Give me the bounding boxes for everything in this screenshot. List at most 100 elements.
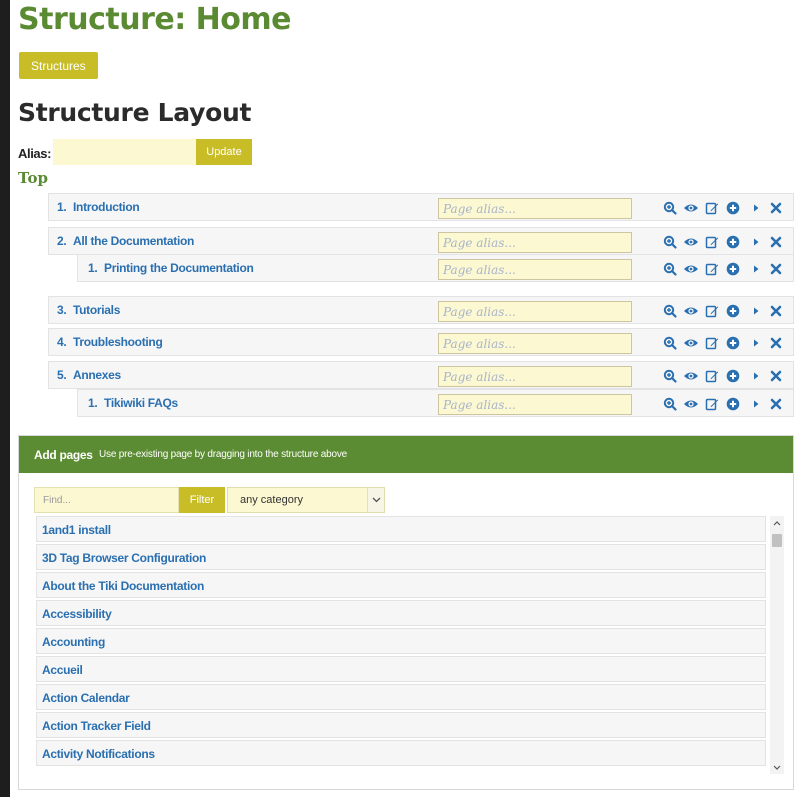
available-pages-list: 1and1 install 3D Tag Browser Configurati… <box>36 516 766 774</box>
list-item[interactable]: 3D Tag Browser Configuration <box>36 544 766 570</box>
structure-page-link[interactable]: Tutorials <box>73 303 120 317</box>
edit-icon[interactable] <box>704 234 720 250</box>
structure-page-link[interactable]: Annexes <box>73 368 121 382</box>
caret-right-icon[interactable] <box>748 234 764 250</box>
eye-icon[interactable] <box>683 303 699 319</box>
plus-circle-icon[interactable] <box>725 234 741 250</box>
caret-right-icon[interactable] <box>748 368 764 384</box>
structure-page-link[interactable]: Printing the Documentation <box>104 261 254 275</box>
list-item-label: Action Tracker Field <box>42 719 151 733</box>
edit-icon[interactable] <box>704 303 720 319</box>
list-item-label: About the Tiki Documentation <box>42 579 205 593</box>
plus-circle-icon[interactable] <box>725 303 741 319</box>
row-number: 1. <box>57 200 67 214</box>
plus-circle-icon[interactable] <box>725 335 741 351</box>
edit-icon[interactable] <box>704 335 720 351</box>
filter-button[interactable]: Filter <box>179 487 225 513</box>
add-pages-description: Use pre-existing page by dragging into t… <box>99 449 347 460</box>
page-alias-input[interactable] <box>438 394 632 415</box>
category-select[interactable]: any category <box>227 487 385 513</box>
page-title: Structure: Home <box>18 2 292 37</box>
structure-row: 4. Troubleshooting <box>48 328 794 356</box>
structure-row: 1. Tikiwiki FAQs <box>77 389 794 417</box>
page-alias-input[interactable] <box>438 366 632 387</box>
close-icon[interactable] <box>768 200 784 216</box>
eye-icon[interactable] <box>683 335 699 351</box>
top-label: Top <box>18 169 48 187</box>
caret-right-icon[interactable] <box>748 200 764 216</box>
eye-icon[interactable] <box>683 261 699 277</box>
edit-icon[interactable] <box>704 200 720 216</box>
caret-right-icon[interactable] <box>748 396 764 412</box>
list-item[interactable]: About the Tiki Documentation <box>36 572 766 598</box>
structure-page-link[interactable]: Troubleshooting <box>73 335 163 349</box>
page-alias-input[interactable] <box>438 333 632 354</box>
page-alias-input[interactable] <box>438 259 632 280</box>
zoom-in-icon[interactable] <box>662 396 678 412</box>
eye-icon[interactable] <box>683 234 699 250</box>
structure-page-link[interactable]: Introduction <box>73 200 140 214</box>
list-item-label: Accueil <box>42 663 83 677</box>
row-number: 4. <box>57 335 67 349</box>
find-input[interactable] <box>34 487 179 513</box>
structure-row: 3. Tutorials <box>48 296 794 324</box>
structure-page-link[interactable]: Tikiwiki FAQs <box>104 396 178 410</box>
zoom-in-icon[interactable] <box>662 261 678 277</box>
caret-right-icon[interactable] <box>748 303 764 319</box>
list-item[interactable]: Accueil <box>36 656 766 682</box>
list-item[interactable]: Accounting <box>36 628 766 654</box>
row-number: 5. <box>57 368 67 382</box>
list-item[interactable]: Action Tracker Field <box>36 712 766 738</box>
page-alias-input[interactable] <box>438 198 632 219</box>
eye-icon[interactable] <box>683 200 699 216</box>
list-item-label: Accessibility <box>42 607 112 621</box>
close-icon[interactable] <box>768 261 784 277</box>
plus-circle-icon[interactable] <box>725 396 741 412</box>
structure-layout-heading: Structure Layout <box>18 98 252 127</box>
zoom-in-icon[interactable] <box>662 303 678 319</box>
page-alias-input[interactable] <box>438 232 632 253</box>
close-icon[interactable] <box>768 303 784 319</box>
alias-label: Alias: <box>18 146 52 161</box>
edit-icon[interactable] <box>704 396 720 412</box>
zoom-in-icon[interactable] <box>662 234 678 250</box>
list-item[interactable]: Activity Notifications <box>36 740 766 766</box>
add-pages-heading: Add pages <box>34 448 93 462</box>
list-item[interactable]: Accessibility <box>36 600 766 626</box>
close-icon[interactable] <box>768 368 784 384</box>
row-number: 1. <box>88 261 98 275</box>
structure-row: 5. Annexes <box>48 361 794 389</box>
close-icon[interactable] <box>768 234 784 250</box>
plus-circle-icon[interactable] <box>725 200 741 216</box>
scroll-up-icon[interactable] <box>770 516 784 530</box>
update-button[interactable]: Update <box>196 139 252 165</box>
scrollbar-thumb[interactable] <box>772 534 782 547</box>
close-icon[interactable] <box>768 396 784 412</box>
list-item-label: 1and1 install <box>42 523 111 537</box>
list-item-label: Activity Notifications <box>42 747 155 761</box>
structure-page-link[interactable]: All the Documentation <box>73 234 194 248</box>
zoom-in-icon[interactable] <box>662 368 678 384</box>
eye-icon[interactable] <box>683 368 699 384</box>
alias-input[interactable] <box>53 139 196 165</box>
close-icon[interactable] <box>768 335 784 351</box>
zoom-in-icon[interactable] <box>662 335 678 351</box>
plus-circle-icon[interactable] <box>725 368 741 384</box>
list-scrollbar[interactable] <box>770 516 784 774</box>
caret-right-icon[interactable] <box>748 335 764 351</box>
plus-circle-icon[interactable] <box>725 261 741 277</box>
category-selected-value: any category <box>240 494 303 506</box>
row-number: 3. <box>57 303 67 317</box>
page-alias-input[interactable] <box>438 301 632 322</box>
edit-icon[interactable] <box>704 261 720 277</box>
edit-icon[interactable] <box>704 368 720 384</box>
scroll-down-icon[interactable] <box>770 760 784 774</box>
add-pages-panel: Add pages Use pre-existing page by dragg… <box>18 435 794 790</box>
structures-button[interactable]: Structures <box>19 52 98 79</box>
eye-icon[interactable] <box>683 396 699 412</box>
list-item[interactable]: Action Calendar <box>36 684 766 710</box>
list-item-label: Action Calendar <box>42 691 130 705</box>
caret-right-icon[interactable] <box>748 261 764 277</box>
list-item[interactable]: 1and1 install <box>36 516 766 542</box>
zoom-in-icon[interactable] <box>662 200 678 216</box>
